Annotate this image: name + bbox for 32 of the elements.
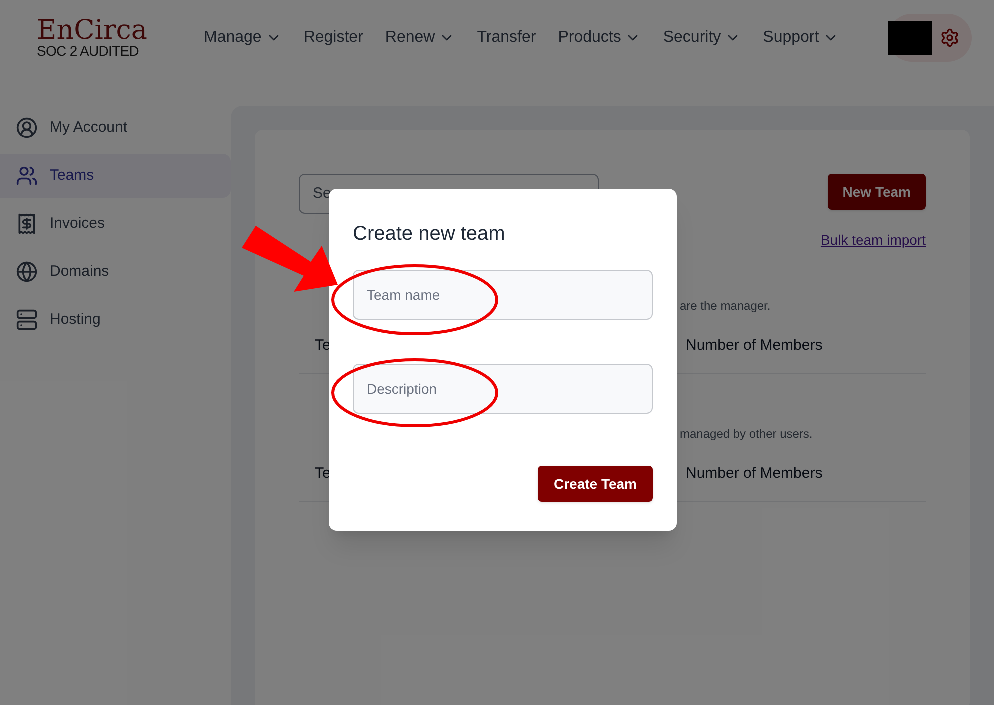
account-icon xyxy=(16,117,38,139)
section-description: managed by other users. xyxy=(680,427,813,441)
nav-link[interactable]: Manage xyxy=(204,26,282,50)
bulk-import-link[interactable]: Bulk team import xyxy=(820,230,926,251)
invoices-icon xyxy=(16,213,38,235)
sidebar-item[interactable]: Teams xyxy=(0,154,231,198)
nav-link[interactable]: Products xyxy=(558,26,642,50)
nav-link[interactable]: Renew xyxy=(385,26,456,50)
nav-link[interactable]: Security xyxy=(663,26,742,50)
logo-tagline: SOC 2 AUDITED xyxy=(37,44,140,58)
sidebar-item[interactable]: My Account xyxy=(0,106,231,150)
column-header: Number of Members xyxy=(686,336,823,356)
dialog-title: Create new team xyxy=(353,222,506,247)
text-input[interactable]: Team name xyxy=(353,270,653,320)
domains-icon xyxy=(16,261,38,283)
create-team-button[interactable]: Create Team xyxy=(538,466,653,502)
column-header: Number of Members xyxy=(686,464,823,484)
redacted-block xyxy=(888,20,932,54)
nav-link[interactable]: Register xyxy=(304,26,364,50)
sidebar-item[interactable]: Invoices xyxy=(0,202,231,246)
settings-icon xyxy=(940,28,960,48)
new-team-button[interactable]: New Team xyxy=(828,174,926,210)
logo-name: EnCirca xyxy=(37,17,149,44)
user-menu[interactable] xyxy=(888,14,972,62)
nav-link[interactable]: Support xyxy=(763,26,840,50)
sidebar-item[interactable]: Hosting xyxy=(0,298,231,342)
nav-link[interactable]: Transfer xyxy=(477,26,536,50)
hosting-icon xyxy=(16,309,38,331)
sidebar-item[interactable]: Domains xyxy=(0,250,231,294)
teams-icon xyxy=(16,165,38,187)
section-description: are the manager. xyxy=(680,299,771,313)
text-input[interactable]: Description xyxy=(353,364,653,414)
